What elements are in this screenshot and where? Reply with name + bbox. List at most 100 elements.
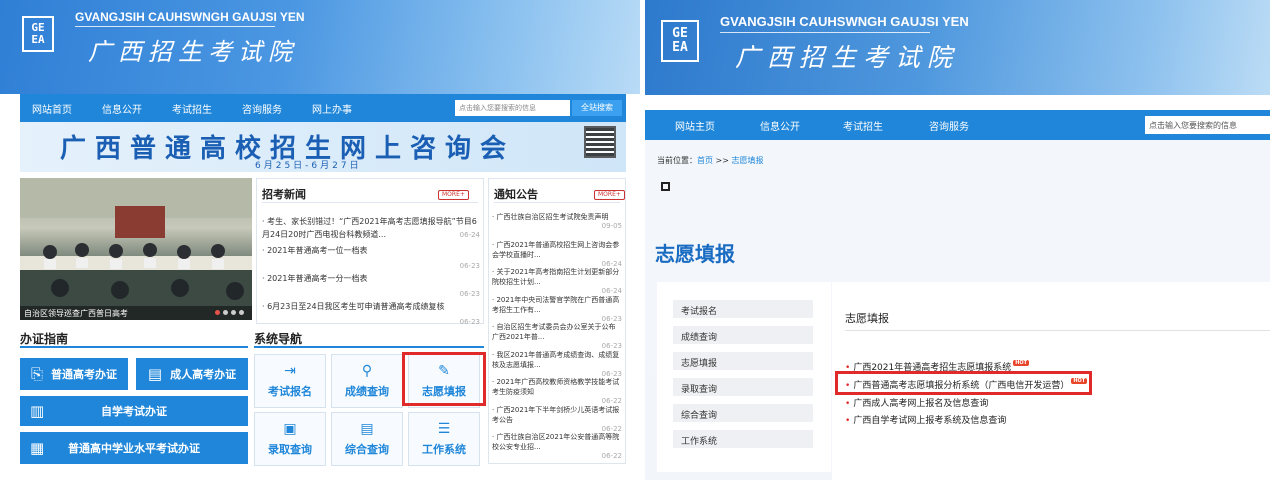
- search-button[interactable]: 全站搜索: [572, 100, 622, 116]
- notice-item-text: 2021年广西高校教师资格教学技能考试考生防疫须知: [492, 378, 620, 396]
- nav-home[interactable]: 网站主页: [675, 118, 715, 133]
- notice-item[interactable]: · 2021年中央司法警官学院在广西普通高考招生工作有... 06-23: [492, 295, 622, 323]
- search-input[interactable]: 点击输入您要搜索的信息: [455, 100, 570, 116]
- guide-underline: [20, 346, 248, 348]
- nav-consult[interactable]: 咨询服务: [929, 118, 969, 133]
- tile-label: 考试报名: [268, 385, 312, 398]
- news-title: 招考新闻: [262, 188, 306, 201]
- breadcrumb-separator: >>: [713, 156, 732, 165]
- adult-exam-cert-button[interactable]: ▤ 成人高考办证: [136, 358, 248, 390]
- site-logo[interactable]: GE EA: [22, 16, 54, 52]
- highlight-box: [835, 371, 1092, 395]
- tile-general-query[interactable]: ▤ 综合查询: [331, 412, 403, 466]
- notice-item-date: 06-22: [601, 452, 622, 460]
- carousel-dots[interactable]: [212, 310, 244, 315]
- logo-text-bottom: EA: [672, 40, 688, 55]
- nav-online-service[interactable]: 网上办事: [312, 101, 352, 116]
- button-label: 普通高考办证: [51, 368, 117, 381]
- login-icon: ⇥: [284, 363, 296, 379]
- high-school-level-cert-button[interactable]: ▦ 普通高中学业水平考试办证: [20, 432, 248, 464]
- nav-exam-admission[interactable]: 考试招生: [172, 101, 212, 116]
- banner-chinese-title: 广西招生考试院: [735, 43, 960, 72]
- qr-code-icon: [584, 126, 616, 158]
- news-item[interactable]: · 2021年普通高考一位一档表 06-23: [262, 244, 480, 272]
- notice-item-text: 广西壮族自治区招生考试院免责声明: [496, 213, 609, 221]
- menu-score-query[interactable]: 成绩查询: [673, 326, 813, 344]
- notice-item-text: 广西壮族自治区2021年公安普通高等院校公安专业招...: [492, 433, 620, 451]
- right-screenshot: GE EA GVANGJSIH CAUHSWNGH GAUJSI YEN 广西招…: [645, 0, 1270, 480]
- link-self-study-exam[interactable]: • 广西自学考试网上报考系统及信息查询: [845, 413, 1006, 426]
- calendar-icon: ▦: [30, 439, 45, 457]
- tile-score-query[interactable]: ⚲ 成绩查询: [331, 354, 403, 408]
- banner-english-title: GVANGJSIH CAUHSWNGH GAUJSI YEN: [75, 10, 305, 24]
- notice-item-text: 广西2021年下半年剑桥少儿英语考试报考公告: [492, 405, 620, 424]
- breadcrumb-prefix: 当前位置：: [657, 156, 697, 165]
- tile-label: 录取查询: [268, 443, 312, 456]
- tile-label: 工作系统: [422, 443, 466, 456]
- notice-item[interactable]: · 广西壮族自治区2021年公安普通高等院校公安专业招... 06-22: [492, 432, 622, 460]
- clipboard-icon: ▤: [360, 421, 374, 437]
- news-item[interactable]: · 6月23日至24日我区考生可申请普通高考成绩复核 06-23: [262, 300, 480, 328]
- bullet: •: [845, 416, 851, 426]
- notice-item-text: 广西2021年普通高校招生网上咨询会参会学校直播时...: [492, 240, 620, 259]
- news-divider: [262, 202, 478, 203]
- button-label: 普通高中学业水平考试办证: [68, 442, 200, 455]
- notice-item[interactable]: · 关于2021年高考指南招生计划更新部分院校招生计划... 06-24: [492, 267, 622, 295]
- breadcrumb-current[interactable]: 志愿填报: [732, 156, 764, 165]
- self-study-cert-button[interactable]: ▥ 自学考试办证: [20, 396, 248, 426]
- link-text: 广西自学考试网上报考系统及信息查询: [853, 416, 1007, 426]
- news-list: · 考生、家长别错过！“广西2021年高考志愿填报导航”节目6月24日20时广西…: [262, 215, 480, 328]
- link-adult-exam[interactable]: • 广西成人高考网上报名及信息查询: [845, 396, 988, 409]
- banner-chinese-title: 广西招生考试院: [88, 38, 298, 66]
- news-item-text: 6月23日至24日我区考生可申请普通高考成绩复核: [267, 302, 445, 311]
- book-icon: ▤: [147, 365, 163, 383]
- breadcrumb: 当前位置：首页 >> 志愿填报: [657, 155, 764, 166]
- news-item[interactable]: · 考生、家长别错过！“广西2021年高考志愿填报导航”节目6月24日20时广西…: [262, 215, 480, 244]
- bullet: •: [845, 399, 851, 409]
- nav-info-public[interactable]: 信息公开: [760, 118, 800, 133]
- banner-english-title: GVANGJSIH CAUHSWNGH GAUJSI YEN: [720, 14, 969, 29]
- nav-home[interactable]: 网站首页: [32, 101, 72, 116]
- consult-date: 6月25日-6月27日: [255, 161, 362, 171]
- list-icon: ☰: [437, 421, 451, 437]
- hot-badge: HOT: [1013, 360, 1030, 366]
- menu-general-query[interactable]: 综合查询: [673, 404, 813, 422]
- notice-item[interactable]: · 2021年广西高校教师资格教学技能考试考生防疫须知 06-22: [492, 377, 622, 405]
- logo-text-bottom: EA: [31, 33, 45, 46]
- highlight-box: [402, 352, 486, 406]
- menu-admission-query[interactable]: 录取查询: [673, 378, 813, 396]
- notice-item-text: 我区2021年普通高考成绩查询、成绩复核及志愿填报...: [492, 350, 620, 369]
- tile-exam-registration[interactable]: ⇥ 考试报名: [254, 354, 326, 408]
- page-title: 志愿填报: [655, 242, 735, 266]
- notice-more-link[interactable]: MORE+: [594, 190, 625, 200]
- button-label: 成人高考办证: [170, 368, 237, 381]
- news-item[interactable]: · 2021年普通高考一分一档表 06-23: [262, 272, 480, 300]
- chart-icon: ▥: [30, 402, 45, 420]
- search-icon: ⚲: [361, 363, 373, 379]
- menu-exam-registration[interactable]: 考试报名: [673, 300, 813, 318]
- tile-admission-query[interactable]: ▣ 录取查询: [254, 412, 326, 466]
- notice-item[interactable]: · 广西壮族自治区招生考试院免责声明 09-05: [492, 212, 622, 240]
- notice-item[interactable]: · 广西2021年下半年剑桥少儿英语考试报考公告 06-22: [492, 405, 622, 433]
- notice-item-text: 2021年中央司法警官学院在广西普通高考招生工作有...: [492, 295, 620, 314]
- logo-text-top: GE: [672, 26, 688, 42]
- menu-application-fill[interactable]: 志愿填报: [673, 352, 813, 370]
- nav-consult[interactable]: 咨询服务: [242, 101, 282, 116]
- news-item-date: 06-23: [459, 318, 480, 326]
- news-photo[interactable]: [20, 178, 252, 320]
- nav-info-public[interactable]: 信息公开: [102, 101, 142, 116]
- notice-item[interactable]: · 自治区招生考试委员会办公室关于公布广西2021年普... 06-23: [492, 322, 622, 350]
- breadcrumb-home[interactable]: 首页: [697, 156, 713, 165]
- broken-image-icon: [661, 182, 670, 191]
- general-exam-cert-button[interactable]: ⎘ 普通高考办证: [20, 358, 128, 390]
- news-more-link[interactable]: MORE+: [438, 190, 469, 200]
- notice-item[interactable]: · 广西2021年普通高校招生网上咨询会参会学校直播时... 06-24: [492, 240, 622, 268]
- notice-item[interactable]: · 我区2021年普通高考成绩查询、成绩复核及志愿填报... 06-23: [492, 350, 622, 378]
- tile-work-system[interactable]: ☰ 工作系统: [408, 412, 480, 466]
- menu-work-system[interactable]: 工作系统: [673, 430, 813, 448]
- site-logo[interactable]: GE EA: [661, 20, 699, 62]
- banner-gap: [645, 95, 1270, 110]
- search-input[interactable]: 点击输入您要搜索的信息: [1145, 116, 1270, 134]
- document-icon: ⎘: [30, 365, 43, 383]
- nav-exam-admission[interactable]: 考试招生: [843, 118, 883, 133]
